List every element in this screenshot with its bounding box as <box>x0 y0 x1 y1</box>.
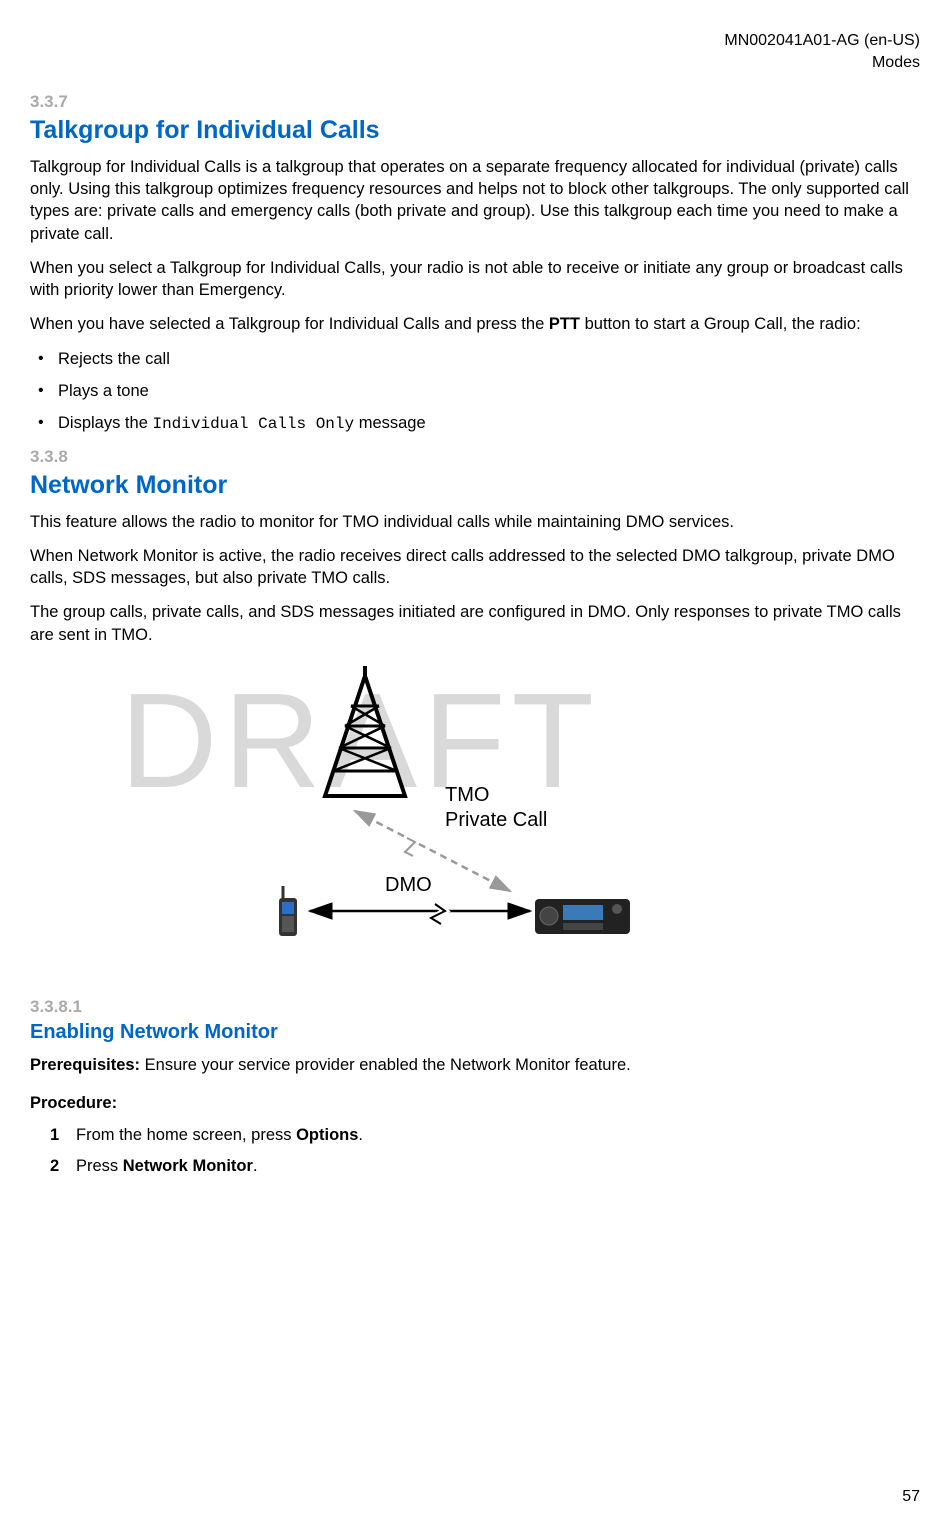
para-338-3: The group calls, private calls, and SDS … <box>30 601 920 646</box>
step-2-a: Press <box>76 1157 123 1175</box>
diagram-tmo-label-2: Private Call <box>445 809 547 831</box>
section-title-338: Network Monitor <box>30 469 920 503</box>
step-2-num: 2 <box>50 1155 59 1177</box>
step-1-num: 1 <box>50 1124 59 1146</box>
prereq-label: Prerequisites: <box>30 1056 140 1074</box>
tower-icon <box>325 666 405 796</box>
para-338-1: This feature allows the radio to monitor… <box>30 511 920 533</box>
bullet-337-1: Rejects the call <box>34 348 920 370</box>
bullet-337-2: Plays a tone <box>34 380 920 402</box>
procedure-steps: 1 From the home screen, press Options. 2… <box>30 1124 920 1177</box>
bullets-337: Rejects the call Plays a tone Displays t… <box>30 348 920 436</box>
section-number-338: 3.3.8 <box>30 446 920 469</box>
bullet-337-3mono: Individual Calls Only <box>152 415 354 433</box>
doc-id: MN002041A01-AG (en-US) <box>30 30 920 52</box>
ptt-bold: PTT <box>549 315 580 333</box>
section-number-337: 3.3.7 <box>30 91 920 114</box>
handheld-radio-icon <box>279 886 297 936</box>
para-337-3b: button to start a Group Call, the radio: <box>580 315 861 333</box>
step-2: 2 Press Network Monitor. <box>50 1155 920 1177</box>
bullet-337-3a: Displays the <box>58 414 152 432</box>
diagram-tmo-label-1: TMO <box>445 784 489 806</box>
network-monitor-diagram: TMO Private Call <box>30 666 920 956</box>
page-number: 57 <box>902 1486 920 1508</box>
step-2-c: . <box>253 1157 258 1175</box>
procedure-label: Procedure: <box>30 1092 920 1114</box>
section-number-3381: 3.3.8.1 <box>30 996 920 1019</box>
para-337-2: When you select a Talkgroup for Individu… <box>30 257 920 302</box>
step-1-b: Options <box>296 1126 358 1144</box>
header-right: MN002041A01-AG (en-US) Modes <box>30 30 920 73</box>
step-1-c: . <box>358 1126 363 1144</box>
prerequisites: Prerequisites: Ensure your service provi… <box>30 1054 920 1076</box>
para-337-3a: When you have selected a Talkgroup for I… <box>30 315 549 333</box>
para-337-1: Talkgroup for Individual Calls is a talk… <box>30 156 920 245</box>
step-2-b: Network Monitor <box>123 1157 253 1175</box>
mobile-radio-icon <box>535 899 630 934</box>
para-337-3: When you have selected a Talkgroup for I… <box>30 313 920 335</box>
section-name: Modes <box>30 52 920 74</box>
prereq-text: Ensure your service provider enabled the… <box>140 1056 631 1074</box>
section-title-337: Talkgroup for Individual Calls <box>30 114 920 148</box>
diagram-dmo-label: DMO <box>385 874 432 896</box>
section-title-3381: Enabling Network Monitor <box>30 1019 920 1046</box>
para-338-2: When Network Monitor is active, the radi… <box>30 545 920 590</box>
step-1-a: From the home screen, press <box>76 1126 296 1144</box>
step-1: 1 From the home screen, press Options. <box>50 1124 920 1146</box>
bullet-337-3b: message <box>354 414 426 432</box>
bullet-337-3: Displays the Individual Calls Only messa… <box>34 412 920 436</box>
